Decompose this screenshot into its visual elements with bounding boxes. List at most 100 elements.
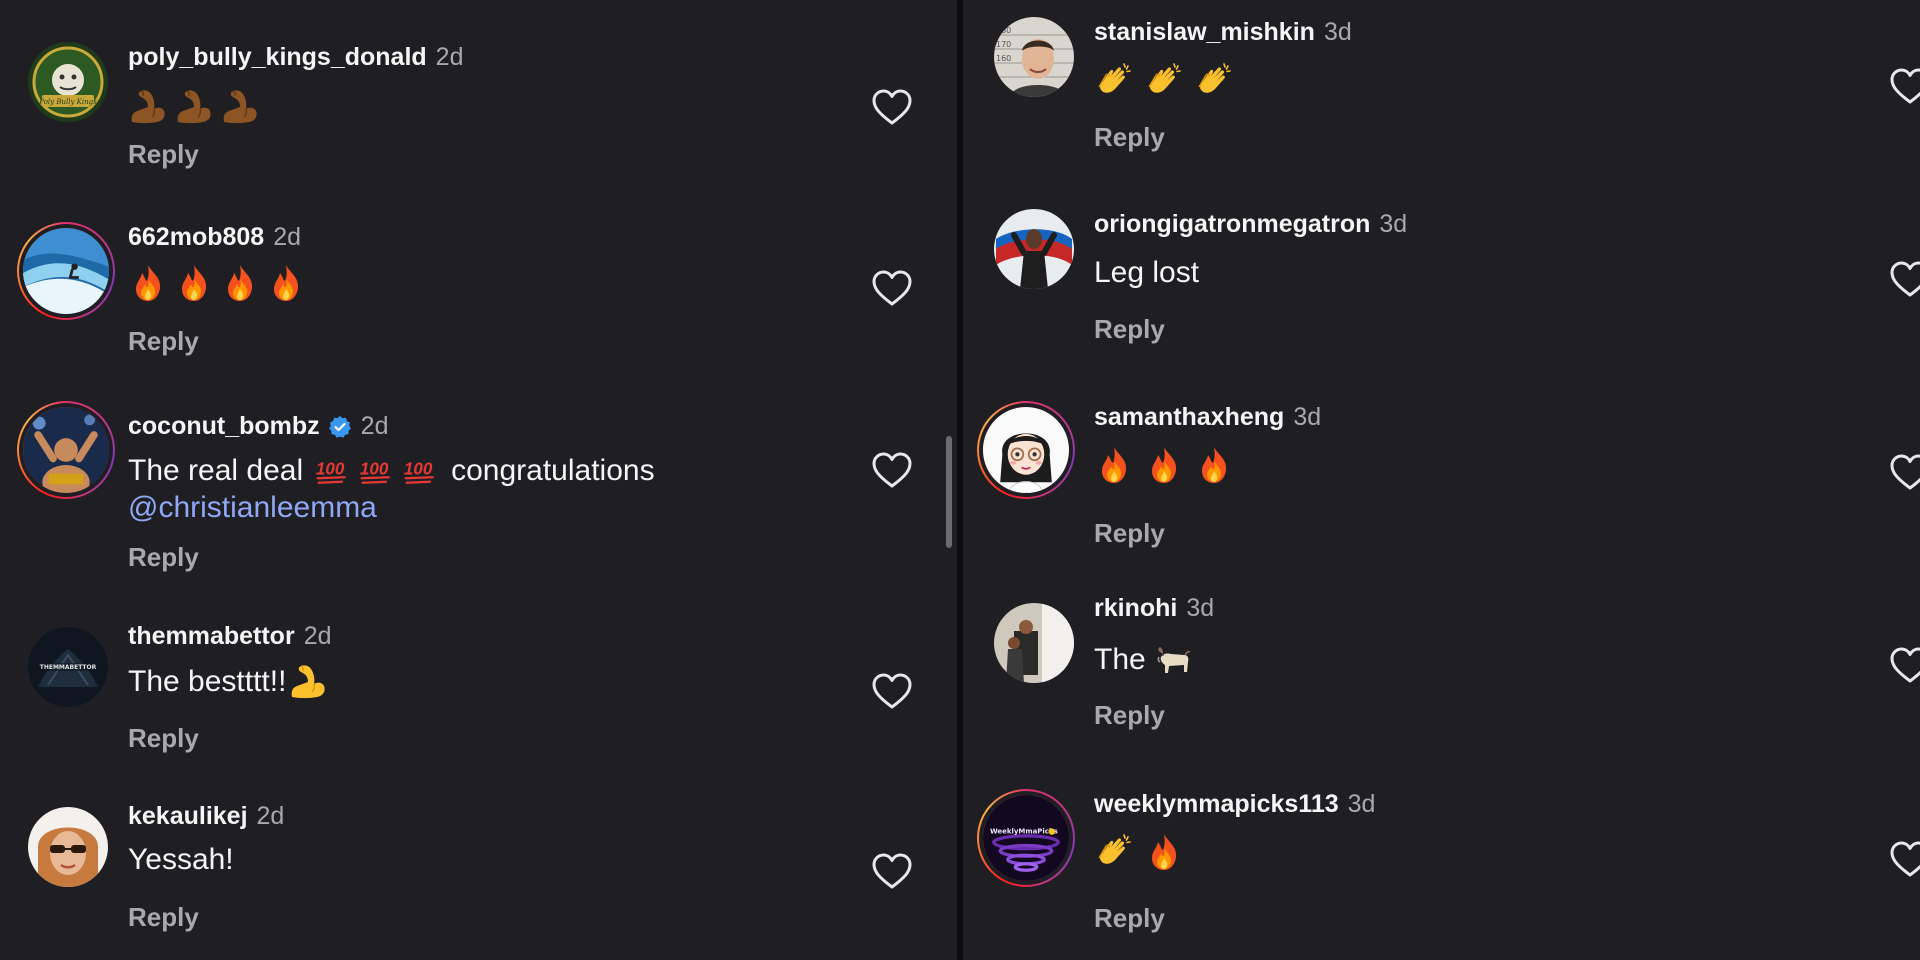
username[interactable]: stanislaw_mishkin bbox=[1094, 18, 1315, 47]
like-heart-icon[interactable] bbox=[871, 269, 913, 307]
like-heart-icon[interactable] bbox=[871, 852, 913, 890]
avatar[interactable]: WeeklyMmaPicks bbox=[979, 791, 1073, 885]
avatar-story-ring[interactable] bbox=[17, 222, 115, 320]
fire-emoji bbox=[1144, 832, 1184, 872]
comment-item: oriongigatronmegatron 3d Leg lost Reply bbox=[963, 192, 1920, 352]
avatar[interactable]: 180 170 160 bbox=[994, 17, 1074, 97]
avatar-wrap[interactable]: 180 170 160 bbox=[985, 8, 1083, 106]
fire-emoji bbox=[1194, 445, 1234, 485]
comment-text-part: congratulations bbox=[451, 454, 655, 487]
fire-emoji bbox=[266, 263, 306, 303]
comment-text: Leg lost bbox=[1094, 256, 1200, 289]
avatar-story-ring[interactable]: WeeklyMmaPicks bbox=[977, 789, 1075, 887]
username[interactable]: poly_bully_kings_donald bbox=[128, 43, 427, 72]
avatar-story-ring[interactable] bbox=[977, 401, 1075, 499]
comment-text bbox=[1094, 832, 1184, 872]
reply-button[interactable]: Reply bbox=[1094, 314, 1165, 345]
avatar[interactable] bbox=[19, 403, 113, 497]
comment-header: oriongigatronmegatron 3d bbox=[1094, 210, 1407, 239]
avatar-wrap[interactable] bbox=[985, 594, 1083, 692]
username[interactable]: rkinohi bbox=[1094, 594, 1177, 623]
comment-item: WeeklyMmaPicks weeklymmapicks113 3d Repl… bbox=[963, 776, 1920, 960]
avatar-logo-text: WeeklyMmaPicks bbox=[990, 828, 1058, 836]
comment-text: Yessah! bbox=[128, 843, 234, 876]
clapping-hands-emoji bbox=[1194, 61, 1234, 101]
flexed-biceps-emoji bbox=[128, 86, 168, 126]
reply-button[interactable]: Reply bbox=[128, 902, 199, 933]
username[interactable]: oriongigatronmegatron bbox=[1094, 210, 1370, 239]
avatar[interactable] bbox=[19, 224, 113, 318]
comments-panel-right: 180 170 160 stanislaw_mishkin 3d Reply o… bbox=[963, 0, 1920, 960]
comment-time: 2d bbox=[360, 412, 389, 440]
comment-text-part: The bestttt!! bbox=[128, 664, 287, 698]
avatar[interactable] bbox=[28, 807, 108, 887]
hundred-points-emoji bbox=[315, 453, 351, 489]
comment-item: rkinohi 3d The Reply bbox=[963, 584, 1920, 744]
comment-time: 2d bbox=[303, 622, 332, 650]
clapping-hands-emoji bbox=[1094, 832, 1134, 872]
like-heart-icon[interactable] bbox=[1889, 646, 1920, 684]
reply-button[interactable]: Reply bbox=[1094, 700, 1165, 731]
username[interactable]: coconut_bombz bbox=[128, 412, 320, 441]
flexed-biceps-emoji bbox=[288, 661, 328, 701]
reply-button[interactable]: Reply bbox=[128, 542, 199, 573]
avatar[interactable]: THEMMABETTOR bbox=[28, 627, 108, 707]
avatar[interactable] bbox=[979, 403, 1073, 497]
hundred-points-emoji bbox=[359, 453, 395, 489]
comment-text bbox=[128, 263, 306, 303]
comment-time: 2d bbox=[273, 223, 302, 251]
reply-button[interactable]: Reply bbox=[128, 139, 199, 170]
username[interactable]: kekaulikej bbox=[128, 802, 248, 831]
comment-time: 3d bbox=[1323, 18, 1352, 46]
avatar-story-ring[interactable] bbox=[17, 401, 115, 499]
avatar-wrap[interactable]: Poly Bully Kings bbox=[19, 33, 117, 131]
like-heart-icon[interactable] bbox=[1889, 67, 1920, 105]
comment-item: THEMMABETTOR themmabettor 2d The bestttt… bbox=[0, 596, 957, 756]
avatar-chart-tick: 180 bbox=[996, 26, 1011, 35]
comment-item: 180 170 160 stanislaw_mishkin 3d Reply bbox=[963, 0, 1920, 160]
like-heart-icon[interactable] bbox=[871, 88, 913, 126]
like-heart-icon[interactable] bbox=[1889, 840, 1920, 878]
comment-header: poly_bully_kings_donald 2d bbox=[128, 43, 463, 72]
username[interactable]: 662mob808 bbox=[128, 223, 264, 252]
comment-text: The real deal congratulations bbox=[128, 452, 655, 489]
avatar[interactable] bbox=[994, 209, 1074, 289]
avatar-logo-text: THEMMABETTOR bbox=[40, 664, 97, 671]
comment-text-part: The real deal bbox=[128, 454, 304, 487]
mention-link[interactable]: @christianleemma bbox=[128, 489, 377, 526]
avatar-wrap[interactable] bbox=[985, 200, 1083, 298]
username[interactable]: samanthaxheng bbox=[1094, 403, 1284, 432]
reply-button[interactable]: Reply bbox=[128, 326, 199, 357]
comment-time: 3d bbox=[1347, 790, 1376, 818]
avatar[interactable]: Poly Bully Kings bbox=[28, 42, 108, 122]
username[interactable]: themmabettor bbox=[128, 622, 295, 651]
fire-emoji bbox=[1144, 445, 1184, 485]
comment-time: 3d bbox=[1186, 594, 1215, 622]
avatar-wrap[interactable] bbox=[19, 798, 117, 896]
reply-button[interactable]: Reply bbox=[1094, 122, 1165, 153]
comment-item: samanthaxheng 3d Reply bbox=[963, 384, 1920, 584]
avatar-wrap[interactable]: THEMMABETTOR bbox=[19, 618, 117, 716]
fire-emoji bbox=[128, 263, 168, 303]
comment-header: 662mob808 2d bbox=[128, 223, 301, 252]
like-heart-icon[interactable] bbox=[1889, 453, 1920, 491]
goat-emoji bbox=[1154, 639, 1194, 679]
like-heart-icon[interactable] bbox=[871, 672, 913, 710]
comment-text bbox=[1094, 445, 1234, 485]
scrollbar[interactable] bbox=[946, 436, 952, 548]
like-heart-icon[interactable] bbox=[1889, 260, 1920, 298]
reply-button[interactable]: Reply bbox=[128, 723, 199, 754]
comment-text: The bestttt!! bbox=[128, 661, 328, 701]
avatar[interactable] bbox=[994, 603, 1074, 683]
reply-button[interactable]: Reply bbox=[1094, 518, 1165, 549]
fire-emoji bbox=[174, 263, 214, 303]
reply-button[interactable]: Reply bbox=[1094, 903, 1165, 934]
clapping-hands-emoji bbox=[1094, 61, 1134, 101]
fire-emoji bbox=[220, 263, 260, 303]
verified-badge-icon bbox=[328, 415, 352, 439]
like-heart-icon[interactable] bbox=[871, 451, 913, 489]
flexed-biceps-emoji bbox=[220, 86, 260, 126]
avatar-chart-tick: 160 bbox=[996, 54, 1011, 63]
username[interactable]: weeklymmapicks113 bbox=[1094, 790, 1339, 819]
comment-text: The bbox=[1094, 639, 1194, 679]
